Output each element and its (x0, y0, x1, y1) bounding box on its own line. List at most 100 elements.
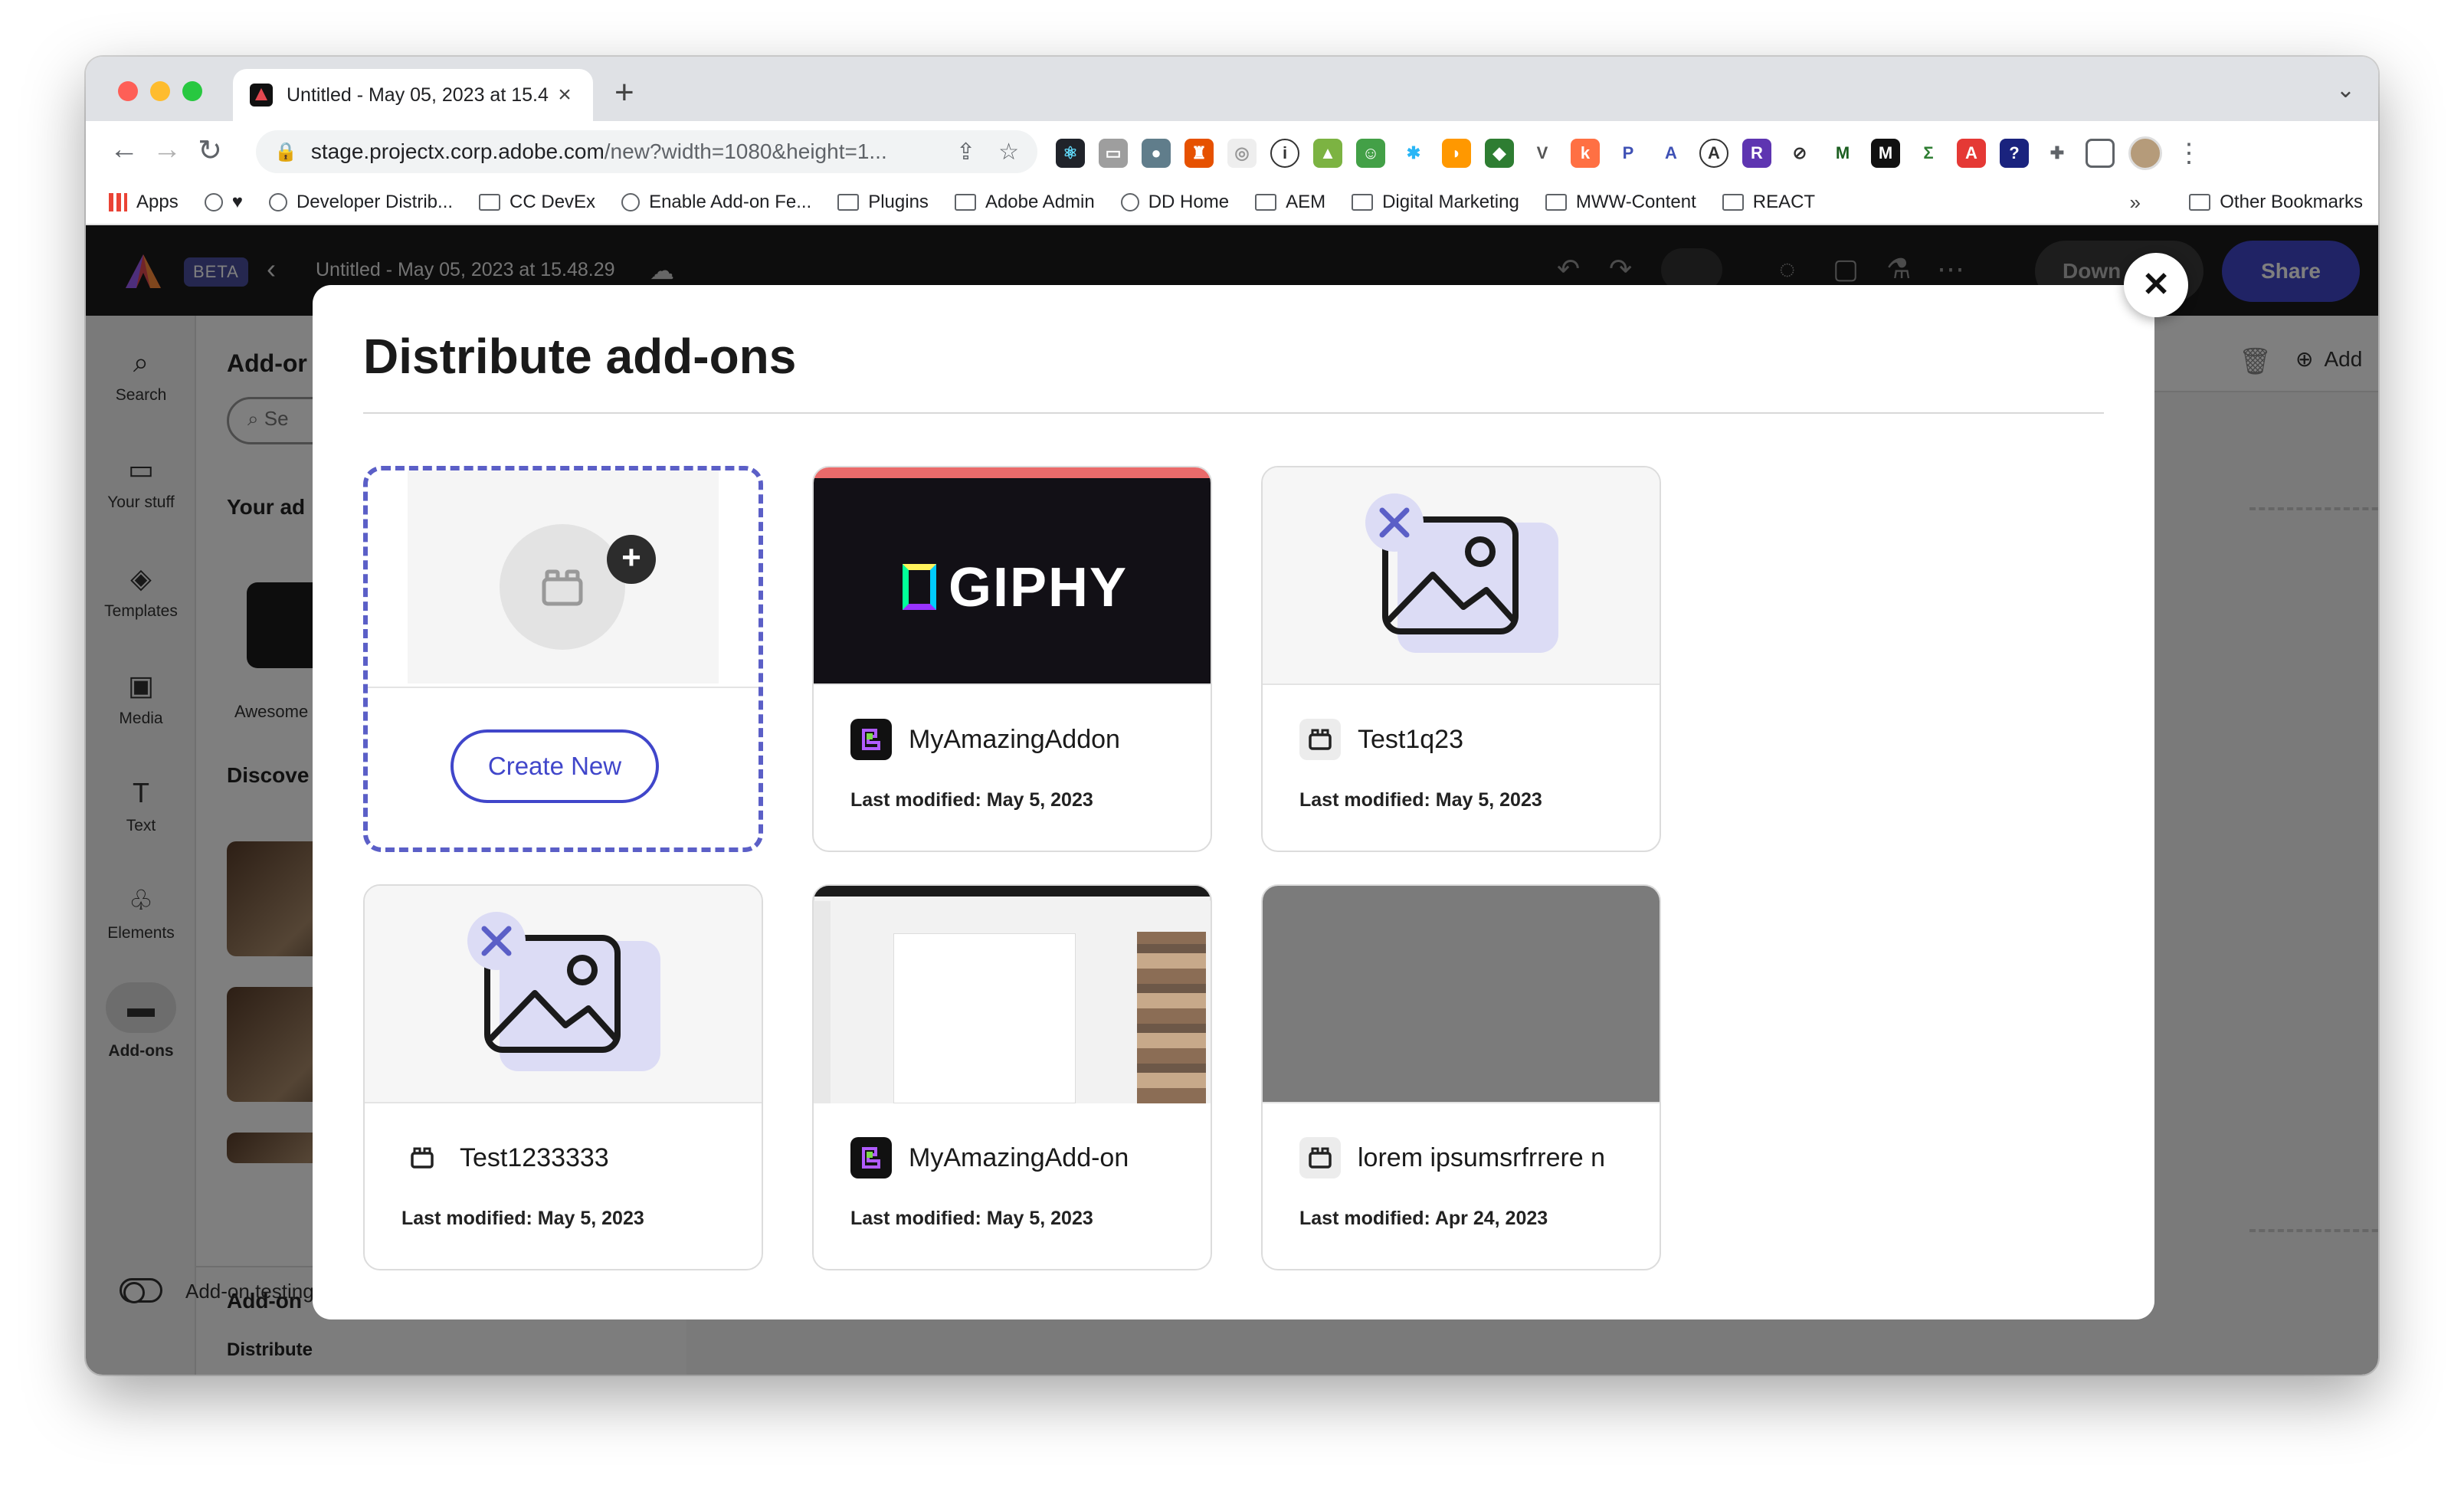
extension-icon[interactable]: Σ (1914, 139, 1943, 168)
broken-image-icon (1365, 493, 1558, 653)
folder-icon (1722, 194, 1744, 211)
extension-icon[interactable]: P (1614, 139, 1643, 168)
bookmarks-bar: Apps ♥ Developer Distrib... CC DevEx Ena… (86, 181, 2378, 225)
close-window-button[interactable] (118, 81, 138, 101)
extension-icon[interactable]: ⊘ (1785, 139, 1814, 168)
share-page-icon[interactable]: ⇪ (956, 139, 975, 166)
more-bookmarks-button[interactable]: » (2130, 191, 2141, 215)
bookmark-dd-home[interactable]: DD Home (1120, 192, 1229, 213)
tab-strip: Untitled - May 05, 2023 at 15.4 × + ⌄ (86, 57, 2378, 121)
bookmark-adobe-admin[interactable]: Adobe Admin (954, 192, 1095, 213)
addon-name: MyAmazingAddon (909, 724, 1120, 754)
extension-icon[interactable]: ● (1142, 139, 1171, 168)
create-new-card[interactable]: + Create New (363, 466, 763, 852)
extension-icon[interactable]: ? (2000, 139, 2029, 168)
forward-arrow-icon[interactable]: → (149, 133, 185, 166)
extension-icon[interactable]: k (1571, 139, 1600, 168)
addon-card[interactable]: Test1233333 Last modified: May 5, 2023 (363, 884, 763, 1270)
folder-icon (1255, 194, 1277, 211)
broken-image-icon (467, 912, 660, 1071)
extension-icon[interactable]: A (1699, 139, 1728, 168)
create-new-button[interactable]: Create New (451, 729, 659, 803)
extension-icon[interactable]: ▭ (1099, 139, 1128, 168)
evernote-extension-icon[interactable]: ◆ (1485, 139, 1514, 168)
close-dialog-button[interactable]: ✕ (2124, 253, 2188, 317)
plus-icon: + (607, 535, 656, 584)
android-extension-icon[interactable]: ▲ (1313, 139, 1342, 168)
medium-extension-icon[interactable]: M (1871, 139, 1900, 168)
dialog-divider (363, 412, 2104, 414)
maximize-window-button[interactable] (182, 81, 202, 101)
addon-name: MyAmazingAdd-on (909, 1142, 1129, 1172)
bookmark-plugins[interactable]: Plugins (837, 192, 929, 213)
bookmark-digital-marketing[interactable]: Digital Marketing (1352, 192, 1519, 213)
gray-placeholder-thumbnail (1263, 886, 1660, 1103)
giphy-logo-icon (903, 564, 936, 610)
distribute-addons-dialog: Distribute add-ons + Create New GIPHY My… (313, 285, 2154, 1319)
extension-icon[interactable]: R (1742, 139, 1771, 168)
tab-search-chevron-icon[interactable]: ⌄ (2336, 77, 2355, 103)
extension-icon[interactable]: M (1828, 139, 1857, 168)
addon-name-row: lorem ipsumsrfrrere n (1299, 1137, 1637, 1178)
addon-name: lorem ipsumsrfrrere n (1358, 1142, 1606, 1172)
browser-tab[interactable]: Untitled - May 05, 2023 at 15.4 × (233, 69, 593, 121)
vue-extension-icon[interactable]: V (1528, 139, 1557, 168)
thumbnail-image-grid (1137, 932, 1206, 1103)
folder-icon (837, 194, 860, 211)
folder-icon (1545, 194, 1567, 211)
dialog-title: Distribute add-ons (363, 329, 797, 384)
last-modified: Last modified: May 5, 2023 (1299, 789, 1542, 811)
rss-extension-icon[interactable]: ◗ (1442, 139, 1471, 168)
adobe-extension-icon[interactable]: A (1957, 139, 1986, 168)
extension-icon[interactable]: A (1656, 139, 1686, 168)
last-modified: Last modified: May 5, 2023 (850, 789, 1093, 811)
bookmark-aem[interactable]: AEM (1255, 192, 1325, 213)
profile-avatar[interactable] (2128, 136, 2162, 170)
bookmark-mww-content[interactable]: MWW-Content (1545, 192, 1696, 213)
new-tab-icon[interactable]: + (614, 74, 634, 112)
apps-grid-icon (109, 193, 127, 211)
broken-image-thumbnail (1263, 467, 1660, 685)
addon-card[interactable]: MyAmazingAdd-on Last modified: May 5, 20… (812, 884, 1212, 1270)
bookmark-enable-addon[interactable]: Enable Add-on Fe... (621, 192, 811, 213)
extension-icon[interactable]: ♜ (1184, 139, 1214, 168)
globe-icon (268, 193, 287, 211)
addon-box-icon (401, 1137, 443, 1178)
addon-name: Test1233333 (460, 1142, 609, 1172)
address-bar[interactable]: 🔒 stage.projectx.corp.adobe.com/new?widt… (256, 130, 1037, 173)
extension-icon[interactable]: ☺ (1356, 139, 1385, 168)
react-devtools-extension-icon[interactable]: ⚛ (1056, 139, 1085, 168)
bookmark-apps[interactable]: Apps (109, 192, 179, 213)
addon-name: Test1q23 (1358, 724, 1463, 754)
addon-card[interactable]: lorem ipsumsrfrrere n Last modified: Apr… (1261, 884, 1661, 1270)
other-bookmarks[interactable]: Other Bookmarks (2189, 192, 2363, 213)
addon-name-row: Test1233333 (401, 1137, 739, 1178)
addon-name-row: Test1q23 (1299, 719, 1637, 760)
browser-menu-icon[interactable]: ⋮ (2176, 138, 2202, 169)
globe-icon (1120, 193, 1139, 211)
minimize-window-button[interactable] (150, 81, 170, 101)
info-extension-icon[interactable]: i (1270, 139, 1299, 168)
lock-icon: 🔒 (274, 141, 297, 162)
giphy-wordmark: GIPHY (949, 557, 1129, 618)
puzzle-extensions-icon[interactable]: ✚ (2043, 139, 2072, 168)
side-panel-icon[interactable] (2086, 139, 2115, 168)
extension-icon[interactable]: ◎ (1227, 139, 1257, 168)
addon-card[interactable]: Test1q23 Last modified: May 5, 2023 (1261, 466, 1661, 852)
back-arrow-icon[interactable]: ← (106, 133, 143, 166)
addon-placeholder-circle (500, 524, 625, 650)
bookmark-developer-distrib[interactable]: Developer Distrib... (268, 192, 453, 213)
address-url: stage.projectx.corp.adobe.com/new?width=… (310, 139, 887, 163)
addon-name-row: MyAmazingAdd-on (850, 1137, 1188, 1178)
bookmark-cc-devex[interactable]: CC DevEx (479, 192, 595, 213)
close-tab-icon[interactable]: × (553, 82, 576, 108)
folder-icon (1352, 194, 1374, 211)
bookmark-react[interactable]: REACT (1722, 192, 1815, 213)
bookmark-star-icon[interactable]: ☆ (998, 139, 1019, 166)
extension-icon[interactable]: ✱ (1399, 139, 1428, 168)
addon-card[interactable]: GIPHY MyAmazingAddon Last modified: May … (812, 466, 1212, 852)
addon-box-icon (1299, 1137, 1341, 1178)
bookmark-globe[interactable]: ♥ (204, 192, 243, 213)
adobe-favicon-icon (250, 84, 273, 107)
reload-icon[interactable]: ↻ (192, 133, 228, 168)
